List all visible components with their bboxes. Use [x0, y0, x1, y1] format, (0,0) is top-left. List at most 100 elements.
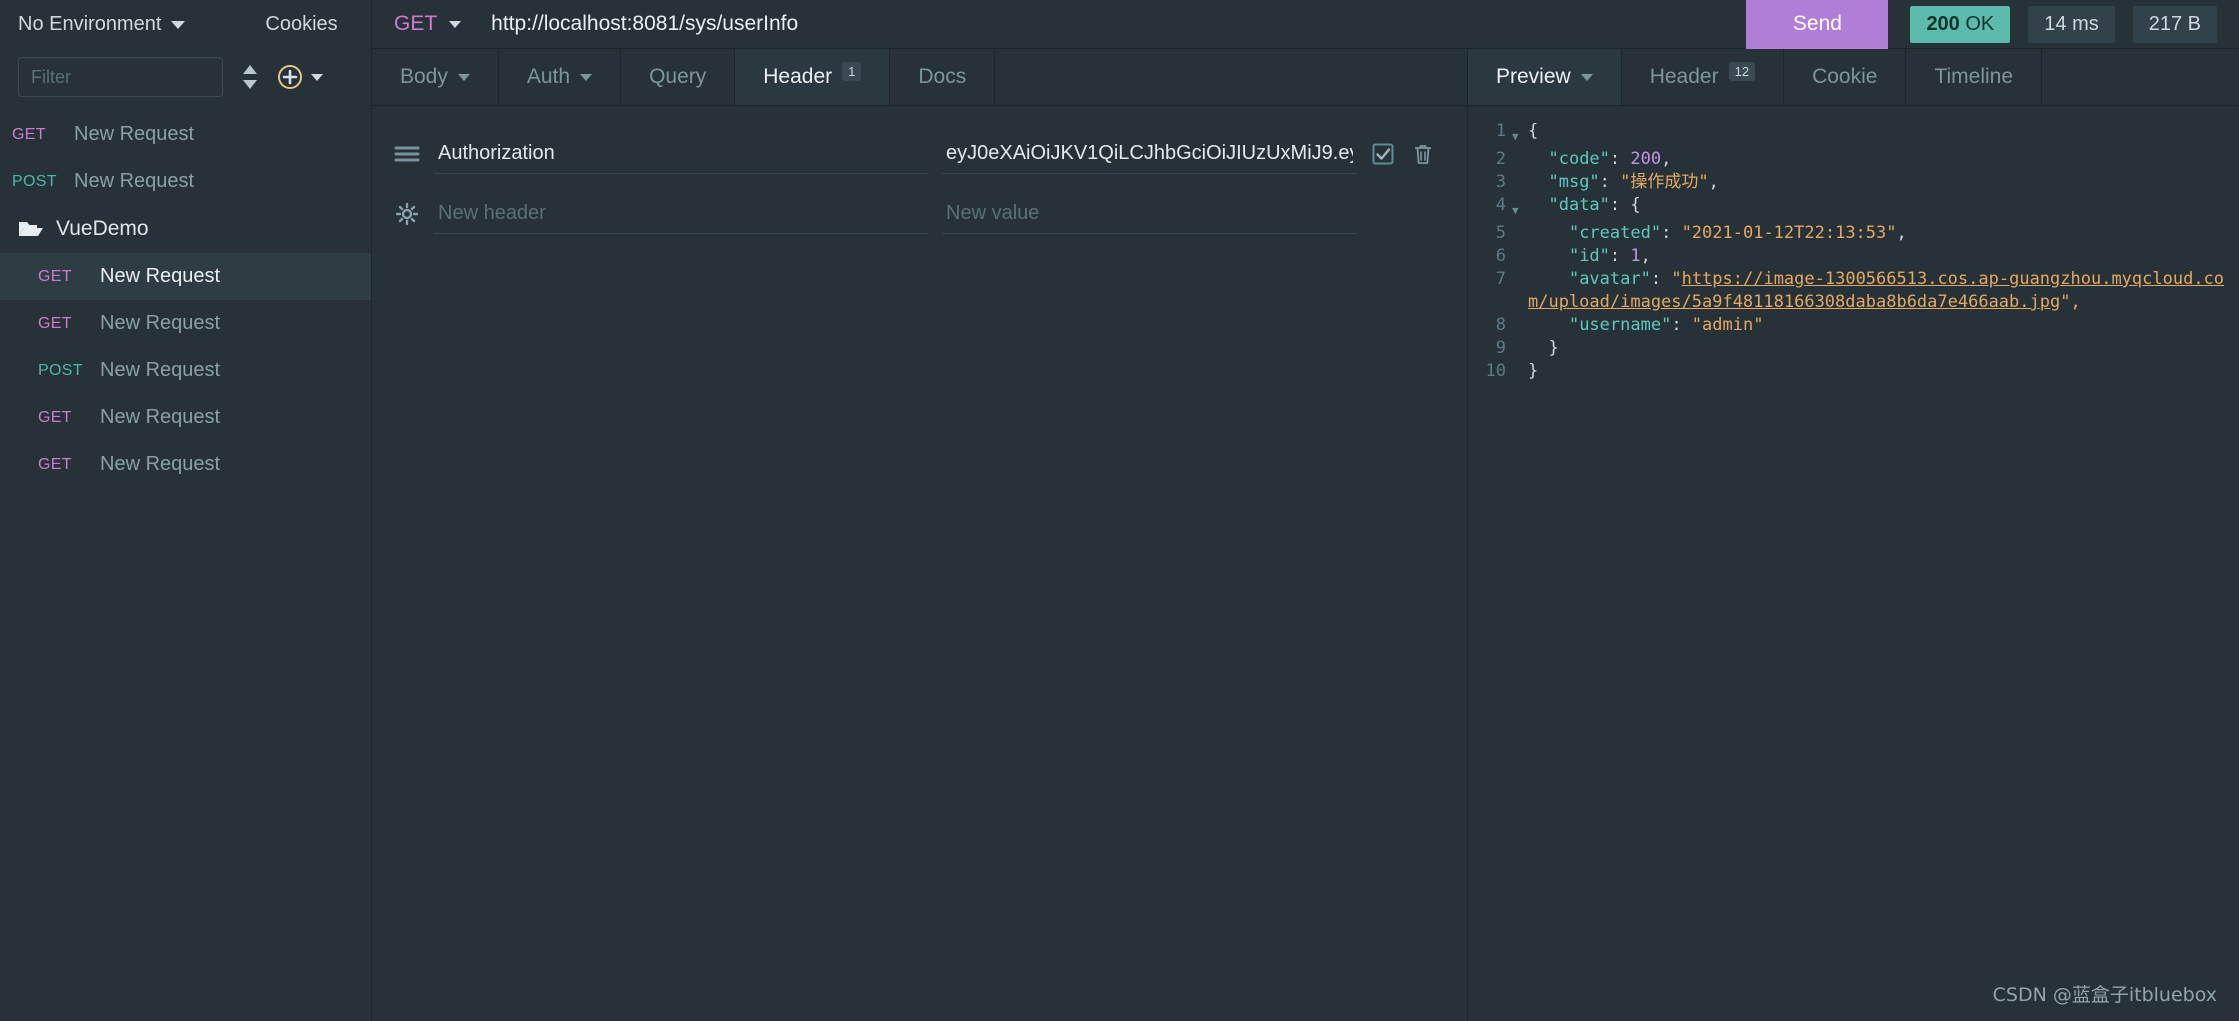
- tab-label: Cookie: [1812, 65, 1878, 88]
- code-token: ,: [1896, 223, 1907, 243]
- cookies-link[interactable]: Cookies: [265, 13, 337, 36]
- header-value-input[interactable]: [942, 134, 1357, 174]
- list-item[interactable]: GET New Request: [0, 300, 371, 347]
- request-method: POST: [38, 361, 83, 379]
- code-line: 8 "username": "admin": [1468, 314, 2239, 337]
- tab-badge: 1: [842, 62, 862, 81]
- gear-icon[interactable]: [394, 203, 420, 225]
- tab-query[interactable]: Query: [621, 49, 736, 105]
- add-request-button[interactable]: [277, 64, 323, 90]
- list-item[interactable]: GET New Request: [0, 441, 371, 488]
- tab-response-header[interactable]: Header 12: [1622, 49, 1785, 105]
- response-size-badge: 217 B: [2132, 5, 2217, 43]
- request-method: GET: [38, 267, 72, 285]
- tab-auth[interactable]: Auth: [499, 49, 622, 105]
- list-item[interactable]: GET New Request: [0, 111, 371, 158]
- selected-method: GET: [394, 12, 438, 35]
- code-token: "data": [1528, 195, 1610, 215]
- request-method: POST: [12, 172, 57, 190]
- tab-header[interactable]: Header 1: [735, 49, 891, 105]
- checkbox-checked-icon[interactable]: [1371, 142, 1395, 166]
- new-header-value-input[interactable]: [942, 194, 1357, 234]
- response-body-json[interactable]: 1 ▼{2 "code": 200, 3 "msg": "操作成功", 4 ▼ "dat…: [1468, 106, 2239, 1021]
- send-button[interactable]: Send: [1746, 0, 1889, 49]
- code-token: }: [1528, 361, 1539, 381]
- trash-icon[interactable]: [1411, 142, 1435, 166]
- drag-handle-glyph: [394, 146, 420, 162]
- code-token: :: [1661, 223, 1682, 243]
- chevron-down-icon: [171, 20, 186, 29]
- code-token: {: [1528, 121, 1539, 141]
- request-pane: Body Auth Query Header 1 Docs Authorizat…: [372, 49, 1468, 1021]
- header-row-actions: [1371, 142, 1445, 166]
- environment-selector[interactable]: No Environment: [18, 13, 186, 36]
- drag-handle-icon[interactable]: [394, 144, 420, 164]
- list-item[interactable]: POST New Request: [0, 347, 371, 394]
- line-number: 5: [1495, 223, 1506, 243]
- code-token: ,: [1640, 246, 1651, 266]
- header-key-input[interactable]: [434, 134, 928, 174]
- code-text: }: [1528, 337, 1558, 360]
- sort-icon[interactable]: [239, 62, 261, 92]
- chevron-down-icon: [457, 73, 470, 81]
- tab-docs[interactable]: Docs: [890, 49, 996, 105]
- code-line: 9 }: [1468, 337, 2239, 360]
- request-method: GET: [38, 408, 72, 426]
- filter-input[interactable]: [18, 57, 223, 97]
- request-list: GET New Request POST New Request VueDemo…: [0, 105, 371, 1021]
- line-number: 3: [1495, 172, 1506, 192]
- code-token: "admin": [1691, 315, 1764, 335]
- tab-timeline[interactable]: Timeline: [1906, 49, 2043, 105]
- tab-body[interactable]: Body: [372, 49, 499, 105]
- url-input[interactable]: [483, 0, 1747, 48]
- new-header-key-input[interactable]: [434, 194, 928, 234]
- add-circle-icon: [278, 65, 302, 89]
- folder-item-vuedemo[interactable]: VueDemo: [0, 205, 371, 253]
- request-name: New Request: [100, 312, 221, 334]
- tab-preview[interactable]: Preview: [1468, 49, 1622, 105]
- request-tabs: Body Auth Query Header 1 Docs: [372, 49, 1467, 106]
- list-item[interactable]: GET New Request: [0, 253, 371, 300]
- tab-cookie[interactable]: Cookie: [1784, 49, 1907, 105]
- code-token: ,: [1661, 149, 1672, 169]
- chevron-down-icon: [311, 73, 323, 81]
- header-row: [372, 124, 1467, 184]
- header-row-new: [372, 184, 1467, 244]
- code-token: :: [1650, 269, 1672, 289]
- code-line: 6 "id": 1,: [1468, 245, 2239, 268]
- code-text: "code": 200,: [1528, 148, 1671, 171]
- folder-open-icon: [19, 222, 43, 236]
- line-number: 10: [1485, 361, 1506, 381]
- folder-name: VueDemo: [56, 217, 149, 240]
- code-text: {: [1528, 120, 1538, 143]
- chevron-down-icon: [1580, 73, 1593, 81]
- tab-label: Timeline: [1934, 65, 2014, 88]
- list-item[interactable]: GET New Request: [0, 394, 371, 441]
- method-selector[interactable]: GET: [372, 12, 483, 36]
- code-line: 7 "avatar": "https://image-1300566513.co…: [1468, 268, 2239, 314]
- code-token: :: [1609, 246, 1631, 266]
- code-token: 1: [1630, 246, 1641, 266]
- code-token: "username": [1528, 315, 1672, 335]
- tab-label: Docs: [918, 65, 967, 88]
- sidebar: No Environment Cookies Filter GET New Re…: [0, 0, 372, 1021]
- code-token: "code": [1528, 149, 1610, 169]
- list-item[interactable]: POST New Request: [0, 158, 371, 205]
- code-token: :: [1599, 172, 1621, 192]
- api-client-window: No Environment Cookies Filter GET New Re…: [0, 0, 2239, 1021]
- request-method: GET: [38, 314, 72, 332]
- fold-arrow-icon[interactable]: ▼: [1512, 194, 1528, 222]
- code-token: 200: [1630, 149, 1662, 169]
- request-name: New Request: [100, 265, 221, 287]
- request-name: New Request: [74, 123, 195, 145]
- watermark: CSDN @蓝盒子itbluebox: [1992, 984, 2217, 1006]
- request-name: New Request: [100, 359, 221, 381]
- status-text: OK: [1959, 12, 1995, 35]
- request-method: GET: [12, 125, 46, 143]
- fold-arrow-icon[interactable]: ▼: [1512, 120, 1528, 148]
- code-line: 3 "msg": "操作成功",: [1468, 171, 2239, 194]
